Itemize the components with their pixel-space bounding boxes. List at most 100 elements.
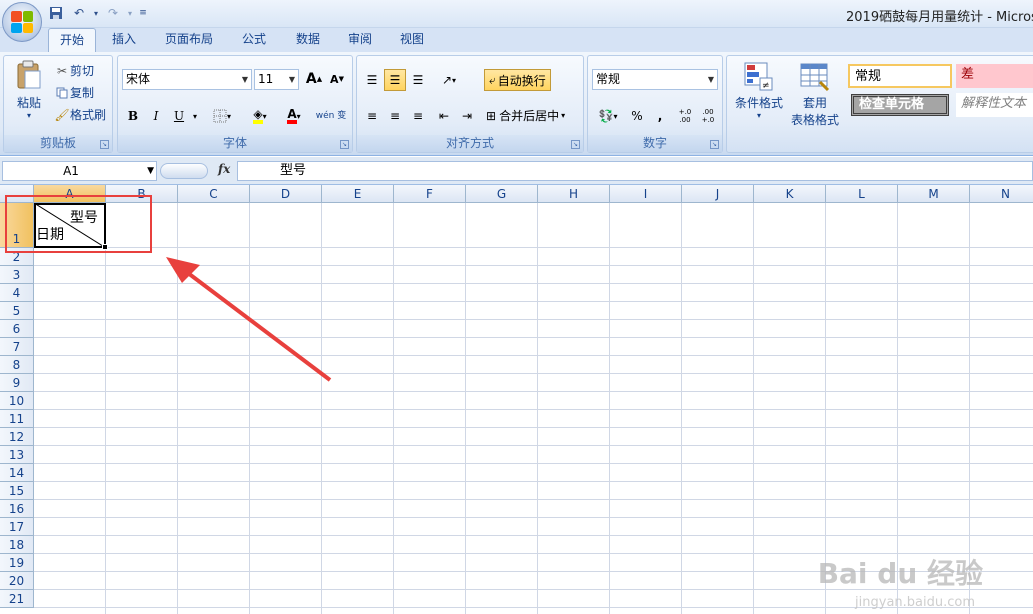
- cut-button[interactable]: ✂ 剪切: [54, 62, 94, 79]
- grow-font-button[interactable]: A ▲: [303, 68, 325, 90]
- increase-indent-button[interactable]: ⇥: [456, 105, 478, 127]
- row-header-13[interactable]: 13: [0, 446, 34, 464]
- fx-area: fx: [160, 161, 236, 181]
- column-header-n[interactable]: N: [970, 185, 1033, 203]
- font-name-select[interactable]: 宋体 ▼: [122, 69, 252, 90]
- increase-decimal-button[interactable]: +.0 .00: [674, 105, 696, 127]
- customize-qat-icon[interactable]: ≡: [137, 4, 149, 22]
- accounting-format-button[interactable]: 💱 ▾: [592, 105, 624, 127]
- orientation-button[interactable]: ↗ ▾: [433, 69, 465, 91]
- row-header-18[interactable]: 18: [0, 536, 34, 554]
- underline-button[interactable]: U: [168, 105, 190, 127]
- column-header-j[interactable]: J: [682, 185, 754, 203]
- borders-button[interactable]: ▾: [206, 105, 238, 127]
- undo-dropdown-icon[interactable]: ▾: [92, 4, 100, 22]
- wrap-text-button[interactable]: ⤶ 自动换行: [484, 69, 551, 91]
- tab-review[interactable]: 审阅: [340, 28, 380, 52]
- align-center-button[interactable]: ≡: [384, 105, 406, 127]
- row-header-10[interactable]: 10: [0, 392, 34, 410]
- style-explanatory[interactable]: 解释性文本: [956, 93, 1033, 117]
- number-launcher-icon[interactable]: ↘: [710, 140, 719, 149]
- column-header-g[interactable]: G: [466, 185, 538, 203]
- row-gridline: [34, 517, 1033, 518]
- paste-button[interactable]: 粘贴 ▾: [10, 60, 48, 120]
- row-header-4[interactable]: 4: [0, 284, 34, 302]
- row-header-12[interactable]: 12: [0, 428, 34, 446]
- style-check-cell[interactable]: 检查单元格: [851, 94, 949, 116]
- tab-view[interactable]: 视图: [392, 28, 432, 52]
- row-header-7[interactable]: 7: [0, 338, 34, 356]
- row-header-3[interactable]: 3: [0, 266, 34, 284]
- row-header-20[interactable]: 20: [0, 572, 34, 590]
- text-orientation-icon: ↗: [441, 73, 453, 87]
- font-color-icon: A: [287, 108, 297, 124]
- merge-center-button[interactable]: ⊞ 合并后居中 ▾: [486, 107, 565, 124]
- office-button[interactable]: [2, 2, 42, 42]
- formula-input[interactable]: 型号: [237, 161, 1033, 181]
- column-header-f[interactable]: F: [394, 185, 466, 203]
- row-header-6[interactable]: 6: [0, 320, 34, 338]
- chevron-down-icon[interactable]: ▼: [147, 162, 154, 180]
- save-icon[interactable]: [46, 4, 66, 22]
- tab-data[interactable]: 数据: [288, 28, 328, 52]
- worksheet-grid[interactable]: ABCDEFGHIJKLMN 1 2 3 4 5 6 7 8 9 10 11 12 13 14 15 16 17…: [0, 185, 1033, 614]
- row-header-16[interactable]: 16: [0, 500, 34, 518]
- align-left-button[interactable]: ≡: [361, 105, 383, 127]
- clipboard-launcher-icon[interactable]: ↘: [100, 140, 109, 149]
- row-header-15[interactable]: 15: [0, 482, 34, 500]
- format-painter-button[interactable]: 🖌 格式刷: [54, 106, 106, 123]
- shrink-font-button[interactable]: A ▼: [326, 68, 348, 90]
- fill-color-button[interactable]: ◈ ▾: [244, 105, 276, 127]
- row-header-14[interactable]: 14: [0, 464, 34, 482]
- font-launcher-icon[interactable]: ↘: [340, 140, 349, 149]
- comma-button[interactable]: ,: [649, 105, 671, 127]
- name-box[interactable]: A1 ▼: [2, 161, 157, 181]
- format-as-table-button[interactable]: 套用 表格格式: [787, 62, 843, 128]
- decrease-indent-button[interactable]: ⇤: [433, 105, 455, 127]
- decrease-indent-icon: ⇤: [438, 109, 450, 123]
- row-header-17[interactable]: 17: [0, 518, 34, 536]
- redo-dropdown-icon[interactable]: ▾: [126, 4, 134, 22]
- column-header-e[interactable]: E: [322, 185, 394, 203]
- alignment-launcher-icon[interactable]: ↘: [571, 140, 580, 149]
- style-bad[interactable]: 差: [956, 64, 1033, 88]
- align-middle-button[interactable]: ☰: [384, 69, 406, 91]
- bold-button[interactable]: B: [122, 105, 144, 127]
- row-header-21[interactable]: 21: [0, 590, 34, 608]
- redo-icon[interactable]: ↷: [103, 4, 123, 22]
- row-header-11[interactable]: 11: [0, 410, 34, 428]
- column-header-m[interactable]: M: [898, 185, 970, 203]
- row-header-19[interactable]: 19: [0, 554, 34, 572]
- underline-dropdown-icon[interactable]: ▾: [190, 105, 200, 127]
- tab-home[interactable]: 开始: [48, 28, 96, 52]
- format-painter-label: 格式刷: [70, 108, 107, 122]
- row-header-9[interactable]: 9: [0, 374, 34, 392]
- row-header-8[interactable]: 8: [0, 356, 34, 374]
- style-normal[interactable]: 常规: [848, 64, 952, 88]
- font-color-button[interactable]: A ▾: [278, 105, 310, 127]
- phonetic-button[interactable]: wén 变: [314, 105, 348, 127]
- align-top-button[interactable]: ☰: [361, 69, 383, 91]
- tab-formulas[interactable]: 公式: [234, 28, 274, 52]
- row-header-5[interactable]: 5: [0, 302, 34, 320]
- column-header-i[interactable]: I: [610, 185, 682, 203]
- column-header-d[interactable]: D: [250, 185, 322, 203]
- align-right-button[interactable]: ≡: [407, 105, 429, 127]
- column-header-l[interactable]: L: [826, 185, 898, 203]
- column-header-h[interactable]: H: [538, 185, 610, 203]
- italic-button[interactable]: I: [145, 105, 167, 127]
- column-header-k[interactable]: K: [754, 185, 826, 203]
- insert-function-icon[interactable]: fx: [218, 162, 230, 176]
- decrease-decimal-button[interactable]: .00 +.0: [697, 105, 719, 127]
- tab-insert[interactable]: 插入: [104, 28, 144, 52]
- tab-page-layout[interactable]: 页面布局: [158, 28, 220, 52]
- conditional-format-button[interactable]: ≠ 条件格式 ▾: [731, 62, 787, 120]
- undo-icon[interactable]: ↶: [69, 4, 89, 22]
- column-header-c[interactable]: C: [178, 185, 250, 203]
- align-bottom-button[interactable]: ☰: [407, 69, 429, 91]
- formula-bar-grip-icon[interactable]: [160, 163, 208, 179]
- copy-button[interactable]: 复制: [54, 84, 94, 101]
- number-format-select[interactable]: 常规 ▼: [592, 69, 718, 90]
- font-size-select[interactable]: 11 ▼: [254, 69, 299, 90]
- percent-button[interactable]: %: [626, 105, 648, 127]
